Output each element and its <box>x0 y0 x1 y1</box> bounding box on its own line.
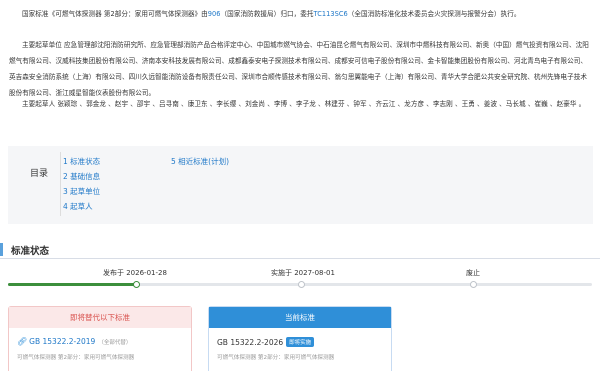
drafting-units-label: 主要起草单位 <box>22 41 62 49</box>
replaced-standard-card: 即将替代以下标准 🔗︎ GB 15322.2-2019 （全部代替） 可燃气体探测器… <box>8 306 192 371</box>
toc-item-status[interactable]: 1 标准状态 <box>63 156 100 167</box>
status-badge: 即将实施 <box>286 337 315 347</box>
toc-item-similar-standards[interactable]: 5 相近标准(计划) <box>171 156 229 167</box>
status-section-title: 标准状态 <box>11 246 50 257</box>
intro-paragraph: 国家标准《可燃气体探测器 第2部分：家用可燃气体探测器》由906（国家消防救援局… <box>9 6 593 22</box>
committee-number-link[interactable]: 906 <box>208 10 221 18</box>
section-accent-bar <box>0 243 3 256</box>
replacement-note: （全部代替） <box>98 340 132 346</box>
tc-link[interactable]: TC113SC6 <box>314 10 348 18</box>
published-date: 发布于 2026-01-28 <box>103 269 167 277</box>
toc-title: 目录 <box>30 169 49 179</box>
intro-text: 国家标准《可燃气体探测器 第2部分：家用可燃气体探测器》由 <box>22 10 208 18</box>
implemented-date: 实施于 2027-08-01 <box>271 269 335 277</box>
toc-item-drafters[interactable]: 4 起草人 <box>63 201 93 212</box>
section-divider <box>0 258 600 259</box>
abolished-marker <box>470 281 477 288</box>
drafters-text: 张颖琮 、郭金龙 、赵宇 、邵宇 、吕寻南 、康卫东 、李长缨 、刘金尚 、李博… <box>57 100 586 108</box>
status-timeline-progress <box>8 283 136 286</box>
toc-item-drafting-units[interactable]: 3 起草单位 <box>63 186 100 197</box>
current-standard-desc: 可燃气体探测器 第2部分：家用可燃气体探测器 <box>217 355 335 361</box>
current-standard-code-row: GB 15322.2-2026 即将实施 <box>217 337 315 347</box>
abolished-label: 废止 <box>466 269 480 277</box>
intro-text-2: （国家消防救援局）归口，委托 <box>220 10 314 18</box>
replaced-standard-code-row: 🔗︎ GB 15322.2-2019 （全部代替） <box>17 337 131 346</box>
toc-divider <box>60 152 61 216</box>
current-card-header: 当前标准 <box>209 307 391 328</box>
intro-text-3: （全国消防标准化技术委员会火灾探测与报警分会）执行。 <box>347 10 521 18</box>
table-of-contents: 目录 1 标准状态 2 基础信息 3 起草单位 4 起草人 5 相近标准(计划) <box>8 146 593 224</box>
toc-item-basic-info[interactable]: 2 基础信息 <box>63 171 100 182</box>
replaced-card-header: 即将替代以下标准 <box>9 307 191 328</box>
link-chain-icon: 🔗︎ <box>17 337 28 346</box>
current-standard-code: GB 15322.2-2026 <box>217 338 284 347</box>
drafters-paragraph: 主要起草人 张颖琮 、郭金龙 、赵宇 、邵宇 、吕寻南 、康卫东 、李长缨 、刘… <box>9 96 593 112</box>
implemented-marker <box>298 281 305 288</box>
drafters-label: 主要起草人 <box>22 100 56 108</box>
drafting-units-text: 应急管理部沈阳消防研究所、应急管理部消防产品合格评定中心、中国城市燃气协会、中石… <box>9 41 589 97</box>
current-standard-card: 当前标准 GB 15322.2-2026 即将实施 可燃气体探测器 第2部分：家用… <box>208 306 392 371</box>
published-marker <box>133 281 140 288</box>
replaced-standard-desc: 可燃气体探测器 第2部分：家用可燃气体探测器 <box>17 355 135 361</box>
drafting-units-paragraph: 主要起草单位 应急管理部沈阳消防研究所、应急管理部消防产品合格评定中心、中国城市… <box>9 37 593 101</box>
replaced-standard-link[interactable]: GB 15322.2-2019 <box>29 337 95 346</box>
